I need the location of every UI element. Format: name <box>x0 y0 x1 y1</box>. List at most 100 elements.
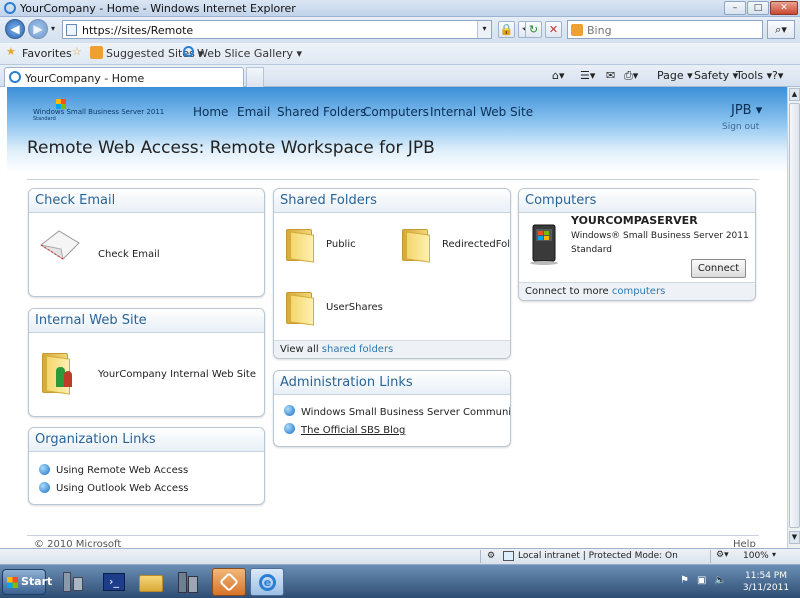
search-button[interactable]: ⌕▾ <box>767 20 795 39</box>
folder-icon <box>402 225 430 263</box>
feeds-icon[interactable]: ☰▾ <box>580 69 595 82</box>
envelope-icon <box>40 230 80 261</box>
search-input[interactable]: Bing <box>567 20 763 39</box>
org-link-outlook-web-access[interactable]: Using Outlook Web Access <box>56 483 189 494</box>
minimize-button[interactable]: – <box>724 1 746 15</box>
organization-links-panel: Organization Links Using Remote Web Acce… <box>28 427 265 505</box>
zone-text[interactable]: Local intranet | Protected Mode: On <box>518 551 678 561</box>
title-bar: YourCompany - Home - Windows Internet Ex… <box>0 0 800 17</box>
network-icon[interactable]: ▣ <box>697 575 706 586</box>
nav-internal-web-site[interactable]: Internal Web Site <box>430 105 533 119</box>
nav-home[interactable]: Home <box>193 105 228 119</box>
view-all-shared-folders-link[interactable]: shared folders <box>322 344 393 355</box>
footer-prefix: Connect to more <box>525 286 609 297</box>
ie-tab-icon <box>9 71 21 83</box>
start-button[interactable]: Start <box>2 569 52 595</box>
home-icon[interactable]: ⌂▾ <box>552 69 565 82</box>
address-toolbar: ◀ ▶ ▾ https://sites/Remote ▾ 🔒 ⟲ ↻ ✕ Bin… <box>0 17 800 43</box>
address-url[interactable]: https://sites/Remote <box>82 24 193 37</box>
ie-link-icon <box>284 405 295 416</box>
folder-icon <box>286 225 314 263</box>
divider <box>27 179 759 180</box>
vertical-scrollbar[interactable]: ▲ ▼ <box>787 87 800 548</box>
tools-menu[interactable]: Tools ▾ <box>736 69 772 82</box>
user-menu[interactable]: JPB ▾ <box>731 103 762 118</box>
suggested-sites-icon <box>90 46 103 59</box>
favorites-star-icon[interactable]: ★ <box>6 45 16 58</box>
clock[interactable]: 11:54 PM 3/11/2011 <box>738 570 794 594</box>
zoom-dropdown-icon[interactable]: ▾ <box>772 550 776 559</box>
server-manager-icon[interactable] <box>56 568 90 596</box>
scroll-up-icon[interactable]: ▲ <box>789 88 800 101</box>
forward-button[interactable]: ▶ <box>28 19 48 39</box>
page-menu[interactable]: Page ▾ <box>657 69 693 82</box>
print-icon[interactable]: ⎙▾ <box>624 69 638 83</box>
web-slice-gallery-button[interactable]: Web Slice Gallery ▾ <box>197 47 302 60</box>
intranet-zone-icon <box>503 551 514 561</box>
powershell-icon[interactable]: ›_ <box>97 568 131 596</box>
zoom-level[interactable]: 100% <box>743 551 769 561</box>
computer-edition: Standard <box>571 245 612 255</box>
admin-link-sbs-blog[interactable]: The Official SBS Blog <box>301 425 405 436</box>
action-center-flag-icon[interactable]: ⚑ <box>680 575 689 586</box>
mail-icon[interactable]: ✉ <box>606 69 615 82</box>
org-link-remote-web-access[interactable]: Using Remote Web Access <box>56 465 188 476</box>
folder-icon <box>286 288 314 326</box>
nav-email[interactable]: Email <box>237 105 270 119</box>
internal-web-site-link[interactable]: YourCompany Internal Web Site <box>98 369 256 380</box>
help-menu[interactable]: ?▾ <box>772 69 783 82</box>
address-bar[interactable]: https://sites/Remote ▾ <box>62 20 492 39</box>
sbs-console-icon[interactable] <box>171 568 205 596</box>
folder-usershares[interactable]: UserShares <box>326 302 383 313</box>
new-tab-button[interactable] <box>246 67 264 87</box>
panel-title: Administration Links <box>274 371 510 395</box>
favorites-bar: ★ Favorites ☆ Suggested Sites ▾ Web Slic… <box>0 43 800 65</box>
check-email-panel: Check Email Check Email <box>28 188 265 297</box>
connect-more-computers-link[interactable]: computers <box>612 286 665 297</box>
favorites-button[interactable]: Favorites <box>22 47 72 60</box>
back-button[interactable]: ◀ <box>5 19 25 39</box>
safety-menu[interactable]: Safety ▾ <box>694 69 738 82</box>
check-email-link[interactable]: Check Email <box>98 249 160 260</box>
explorer-folder-icon[interactable] <box>134 568 168 596</box>
nav-shared-folders[interactable]: Shared Folders <box>277 105 366 119</box>
tab-bar: YourCompany - Home ⌂▾ ☰▾ ✉ ⎙▾ Page ▾ Saf… <box>0 65 800 87</box>
scroll-down-icon[interactable]: ▼ <box>789 531 800 544</box>
panel-title: Internal Web Site <box>29 309 264 333</box>
admin-link-sbs-community[interactable]: Windows Small Business Server Community <box>301 407 510 418</box>
volume-icon[interactable]: 🔈 <box>714 575 726 586</box>
sbs-dashboard-icon[interactable] <box>212 568 246 596</box>
shared-folders-footer: View all shared folders <box>274 340 510 358</box>
ie-link-icon <box>39 482 50 493</box>
panel-title: Shared Folders <box>274 189 510 213</box>
search-placeholder: Bing <box>587 24 612 37</box>
add-favorites-icon[interactable]: ☆ <box>72 45 82 58</box>
sign-out-link[interactable]: Sign out <box>722 122 759 132</box>
internal-web-site-panel: Internal Web Site YourCompany Internal W… <box>28 308 265 417</box>
tab-yourcompany-home[interactable]: YourCompany - Home <box>4 67 244 87</box>
folder-redirected[interactable]: RedirectedFol... <box>442 239 510 250</box>
close-button[interactable]: ✕ <box>770 1 798 15</box>
recent-pages-dropdown-icon[interactable]: ▾ <box>51 24 55 33</box>
help-link[interactable]: Help <box>733 539 756 547</box>
connect-button[interactable]: Connect <box>691 259 746 278</box>
zoom-icon[interactable]: ⚙▾ <box>716 550 729 560</box>
lock-icon[interactable]: 🔒 <box>498 21 515 38</box>
scroll-thumb[interactable] <box>789 103 800 528</box>
shared-folders-panel: Shared Folders Public RedirectedFol... U… <box>273 188 511 359</box>
page-title: Remote Web Access: Remote Workspace for … <box>27 138 435 158</box>
maximize-button[interactable]: □ <box>747 1 769 15</box>
internet-explorer-taskbar-icon[interactable]: e <box>250 568 284 596</box>
computer-name: YOURCOMPASERVER <box>571 214 698 227</box>
refresh-icon[interactable]: ↻ <box>525 21 542 38</box>
panel-title: Check Email <box>29 189 264 213</box>
nav-computers[interactable]: Computers <box>363 105 429 119</box>
web-slice-icon <box>183 46 194 57</box>
stop-icon[interactable]: ✕ <box>545 21 562 38</box>
computer-os: Windows® Small Business Server 2011 <box>571 231 749 241</box>
address-dropdown-icon[interactable]: ▾ <box>477 21 491 38</box>
sbs-logo: Windows Small Business Server 2011 Stand… <box>33 99 164 123</box>
folder-public[interactable]: Public <box>326 239 356 250</box>
bing-icon <box>571 24 583 36</box>
footer-divider <box>27 535 759 536</box>
